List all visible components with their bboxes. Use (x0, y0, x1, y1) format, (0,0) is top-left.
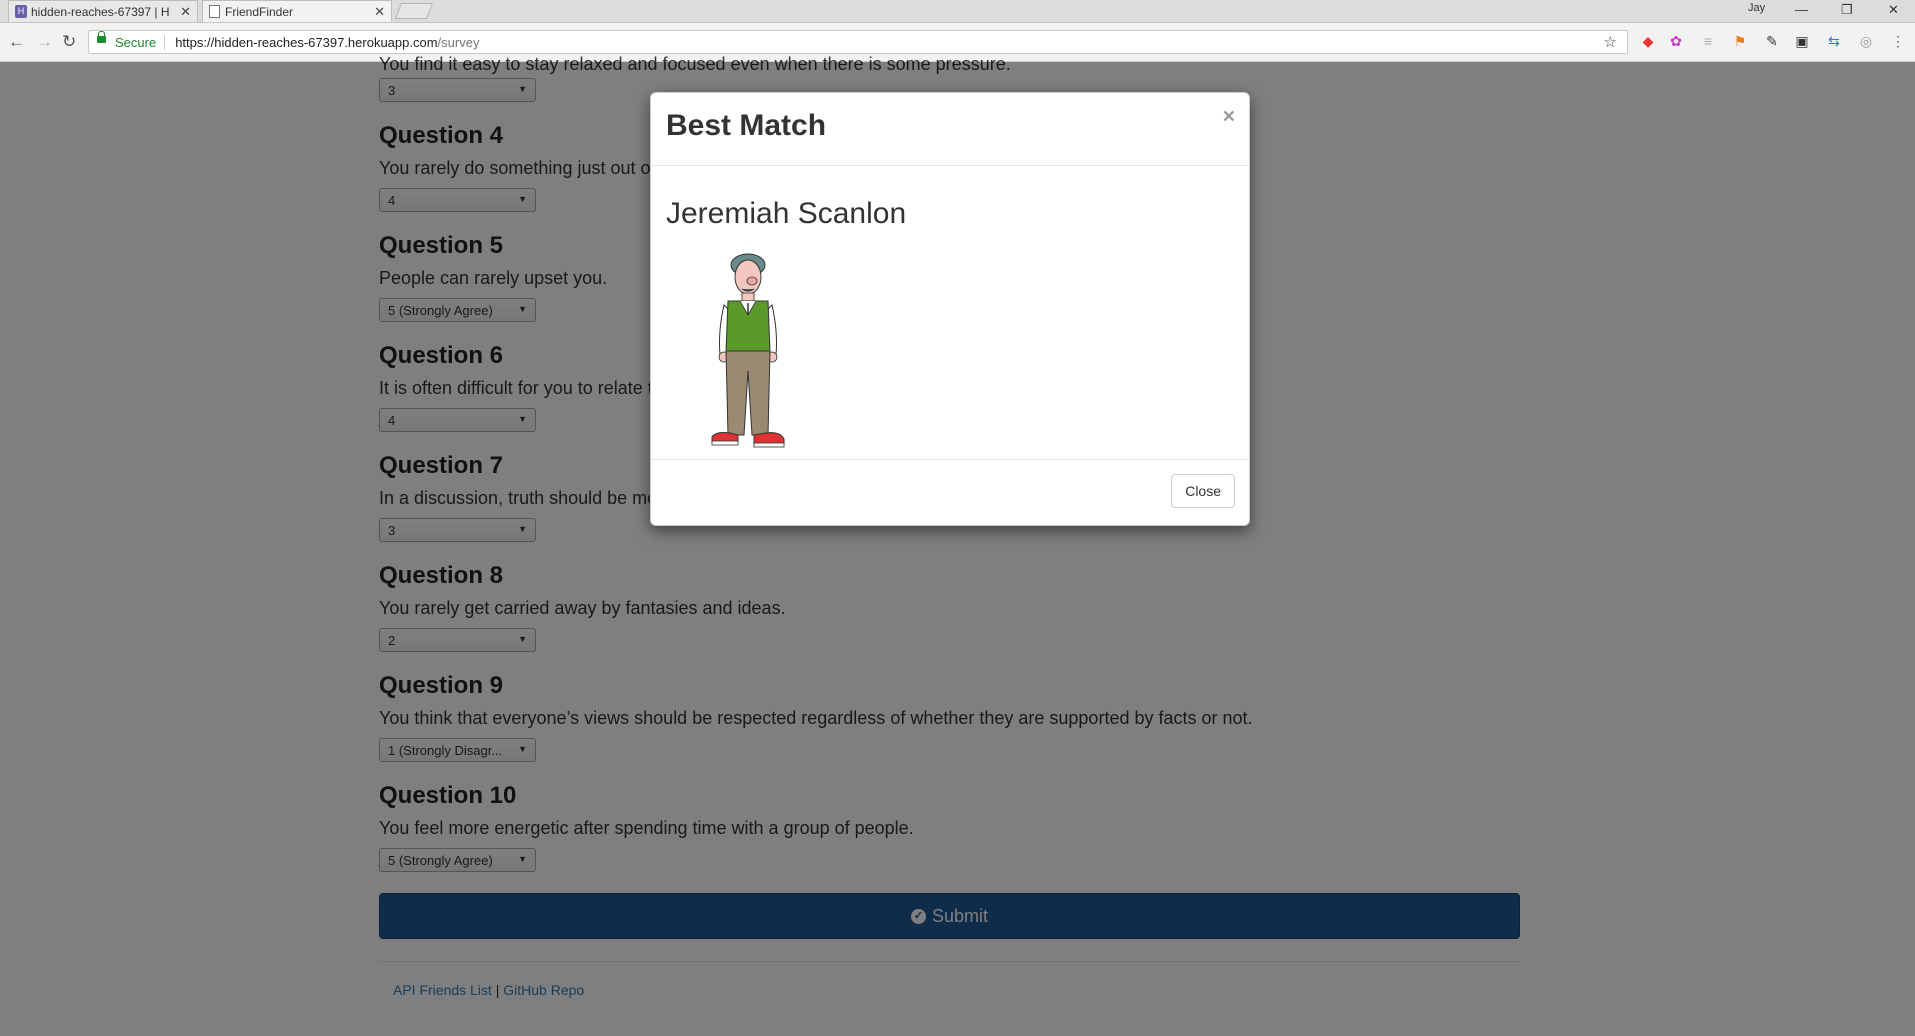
tab-label: hidden-reaches-67397 | H (31, 4, 170, 19)
match-avatar (711, 253, 785, 448)
modal-title: Best Match (666, 109, 827, 142)
best-match-modal: Best Match × Jeremiah Scanlon Close (650, 92, 1250, 526)
extension-icon[interactable]: ≡ (1700, 33, 1716, 49)
heroku-icon: H (15, 5, 27, 18)
modal-header: Best Match × (651, 93, 1249, 166)
reload-icon[interactable]: ↻ (62, 32, 76, 52)
close-icon[interactable]: ✕ (374, 4, 385, 20)
modal-footer: Close (651, 459, 1249, 526)
profile-name[interactable]: Jay (1748, 2, 1765, 14)
lock-icon (97, 31, 106, 43)
tab-heroku[interactable]: H hidden-reaches-67397 | H ✕ (8, 0, 198, 22)
close-button[interactable]: Close (1171, 474, 1235, 508)
menu-icon[interactable]: ⋮ (1890, 33, 1906, 49)
close-icon[interactable]: ✕ (180, 4, 191, 20)
page-icon (209, 5, 220, 18)
extension-icon[interactable]: ◆ (1640, 33, 1656, 49)
eyedropper-icon[interactable]: ✎ (1764, 33, 1780, 49)
restore-icon[interactable]: ❐ (1841, 2, 1853, 18)
close-icon[interactable]: × (1223, 105, 1235, 129)
extension-icon[interactable]: ◎ (1858, 33, 1874, 49)
forward-icon[interactable]: → (36, 32, 53, 52)
match-name: Jeremiah Scanlon (666, 197, 907, 230)
secure-label: Secure (115, 34, 166, 50)
bookmark-star-icon[interactable]: ☆ (1604, 33, 1617, 51)
window-close-icon[interactable]: ✕ (1888, 2, 1899, 18)
screenshot-icon[interactable]: ▣ (1794, 33, 1810, 49)
back-icon[interactable]: ← (8, 32, 25, 52)
sync-icon[interactable]: ⇆ (1826, 33, 1842, 49)
minimize-icon[interactable]: — (1795, 2, 1808, 17)
tab-strip: H hidden-reaches-67397 | H ✕ FriendFinde… (0, 0, 1915, 23)
color-wheel-icon[interactable]: ✿ (1668, 33, 1684, 49)
new-tab-button[interactable] (395, 3, 433, 19)
extension-icon[interactable]: ⚑ (1732, 33, 1748, 49)
tab-friendfinder[interactable]: FriendFinder ✕ (202, 0, 392, 22)
tab-label: FriendFinder (225, 4, 294, 19)
